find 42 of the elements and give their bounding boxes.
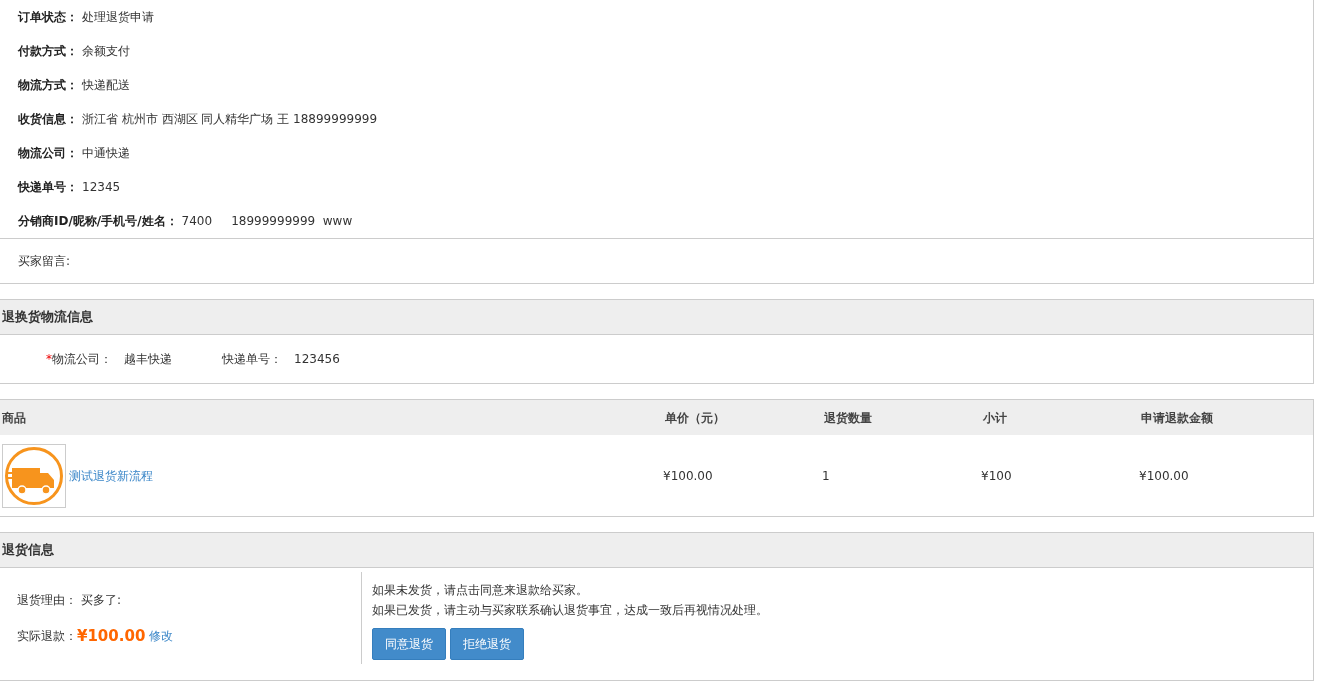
product-thumbnail: [2, 443, 66, 508]
field-value: 处理退货申请: [82, 9, 154, 26]
field-label: 物流方式：: [18, 77, 78, 94]
required-mark: *: [46, 351, 52, 368]
table-cell-text: ¥100.00: [1139, 467, 1189, 485]
field-value: 7400 18999999999 www: [181, 213, 353, 230]
field-value: 123456: [294, 351, 340, 368]
field-label: 快递单号：: [222, 351, 282, 368]
field-label: 付款方式：: [18, 43, 78, 60]
field-value: 越丰快递: [124, 351, 172, 368]
column-header: 退货数量: [822, 400, 981, 435]
field-label: 快递单号：: [18, 179, 78, 196]
section-title: 退货信息: [0, 533, 1313, 568]
table-cell-text: ¥100.00: [663, 467, 713, 485]
field-label: 实际退款：: [17, 628, 77, 645]
table-cell-text: ¥100: [981, 467, 1012, 485]
edit-link[interactable]: 修改: [149, 627, 174, 645]
notice-text: 如果未发货，请点击同意来退款给买家。: [372, 582, 589, 599]
field-label: 物流公司：: [18, 145, 78, 162]
notice-text: 如果已发货，请主动与买家联系确认退货事宜，达成一致后再视情况处理。: [372, 602, 768, 619]
field-value: 12345: [82, 179, 121, 196]
action-button[interactable]: 拒绝退货: [450, 628, 524, 660]
column-header: 商品: [0, 400, 663, 435]
field-label: 分销商ID/昵称/手机号/姓名：: [18, 213, 178, 230]
field-value: 中通快递: [82, 145, 130, 162]
column-header: 单价（元）: [663, 400, 822, 435]
field-value: 快递配送: [82, 77, 130, 94]
field-value: 买多了:: [81, 592, 122, 609]
action-button[interactable]: 同意退货: [372, 628, 446, 660]
buyer-message-label: 买家留言:: [18, 253, 71, 270]
field-label: 收货信息：: [18, 111, 78, 128]
field-value: 余额支付: [82, 43, 130, 60]
field-label: 订单状态：: [18, 9, 78, 26]
refund-amount: ¥100.00: [77, 625, 146, 647]
section-title: 退换货物流信息: [0, 300, 1313, 335]
field-value: 浙江省 杭州市 西湖区 同人精华广场 王 18899999999: [82, 111, 378, 128]
product-link[interactable]: 测试退货新流程: [69, 466, 153, 485]
column-header: 申请退款金额: [1139, 400, 1313, 435]
table-cell-text: 1: [822, 467, 830, 485]
column-header: 小计: [981, 400, 1139, 435]
field-label: 退货理由：: [17, 592, 77, 609]
field-label: 物流公司：: [52, 351, 112, 368]
